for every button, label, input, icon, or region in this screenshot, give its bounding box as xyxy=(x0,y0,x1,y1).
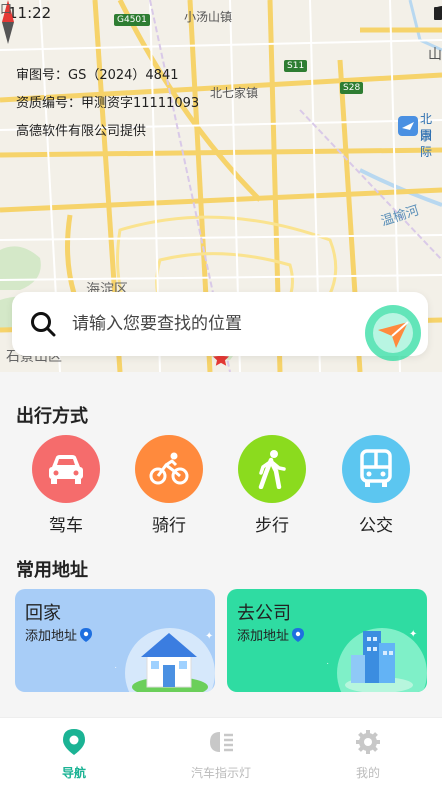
mode-bike[interactable]: 骑行 xyxy=(129,435,209,536)
mode-drive[interactable]: 驾车 xyxy=(26,435,106,536)
work-card-add-label: 添加地址 xyxy=(237,629,290,644)
home-address-card[interactable]: 回家 添加地址 ✦ ✦ xyxy=(15,589,215,692)
bike-icon xyxy=(149,452,189,485)
road-badge-g4501: G4501 xyxy=(114,14,150,26)
tab-mine[interactable]: 我的 xyxy=(308,728,428,781)
app-logo-icon xyxy=(365,305,421,361)
mode-bus[interactable]: 公交 xyxy=(336,435,416,536)
airport-icon xyxy=(398,116,418,136)
map-label-edge-right: 山 xyxy=(428,47,442,63)
tab-car-indicator[interactable]: 汽车指示灯 xyxy=(161,728,281,781)
road-badge-s11: S11 xyxy=(284,60,308,72)
mode-drive-label: 驾车 xyxy=(49,516,83,536)
map-label-xiaotangshan: 小汤山镇 xyxy=(184,10,233,24)
map-license-number: 资质编号：甲测资字11111093 xyxy=(16,96,200,111)
map-provider: 高德软件有限公司提供 xyxy=(16,124,147,139)
travel-mode-title: 出行方式 xyxy=(16,406,88,427)
search-input[interactable] xyxy=(70,313,354,335)
common-address-title: 常用地址 xyxy=(16,560,88,581)
bottom-tab-bar: 导航 汽车指示灯 我的 xyxy=(0,717,442,786)
house-illustration-icon: ✦ ✦ xyxy=(115,628,215,692)
map-label-edge: 口 xyxy=(0,2,13,16)
office-illustration-icon: ✦ ✦ xyxy=(327,628,427,692)
search-bar[interactable] xyxy=(12,292,428,361)
work-card-title: 去公司 xyxy=(237,603,291,624)
battery-icon xyxy=(434,7,442,20)
search-icon xyxy=(31,312,56,337)
mode-walk[interactable]: 步行 xyxy=(232,435,312,536)
map-approval-number: 审图号：GS（2024）4841 xyxy=(16,68,179,83)
road-badge-s28: S28 xyxy=(340,82,364,94)
bus-icon xyxy=(360,449,392,487)
map-label-beiqijia: 北七家镇 xyxy=(210,86,259,100)
navigation-pin-icon xyxy=(63,729,85,755)
car-icon xyxy=(49,455,83,484)
headlight-icon xyxy=(210,732,233,752)
map-label-guoji: 国际 xyxy=(420,128,433,159)
walk-icon xyxy=(258,450,286,489)
tab-navigation[interactable]: 导航 xyxy=(14,728,134,781)
location-pin-icon xyxy=(80,627,93,642)
work-address-card[interactable]: 去公司 添加地址 ✦ ✦ xyxy=(227,589,427,692)
tab-mine-label: 我的 xyxy=(355,766,380,780)
tab-navigation-label: 导航 xyxy=(61,766,86,780)
home-card-title: 回家 xyxy=(25,603,61,624)
work-card-add[interactable]: 添加地址 xyxy=(237,625,305,644)
home-card-add[interactable]: 添加地址 xyxy=(25,625,93,644)
svg-text:✦: ✦ xyxy=(327,659,329,670)
svg-text:✦: ✦ xyxy=(409,629,417,640)
gear-icon xyxy=(356,730,380,754)
location-pin-icon xyxy=(292,627,305,642)
mode-bike-label: 骑行 xyxy=(152,516,186,536)
svg-text:✦: ✦ xyxy=(205,631,213,642)
mode-bus-label: 公交 xyxy=(359,516,393,536)
tab-car-indicator-label: 汽车指示灯 xyxy=(190,766,251,780)
home-card-add-label: 添加地址 xyxy=(25,629,78,644)
mode-walk-label: 步行 xyxy=(255,516,289,536)
svg-text:✦: ✦ xyxy=(115,663,117,674)
